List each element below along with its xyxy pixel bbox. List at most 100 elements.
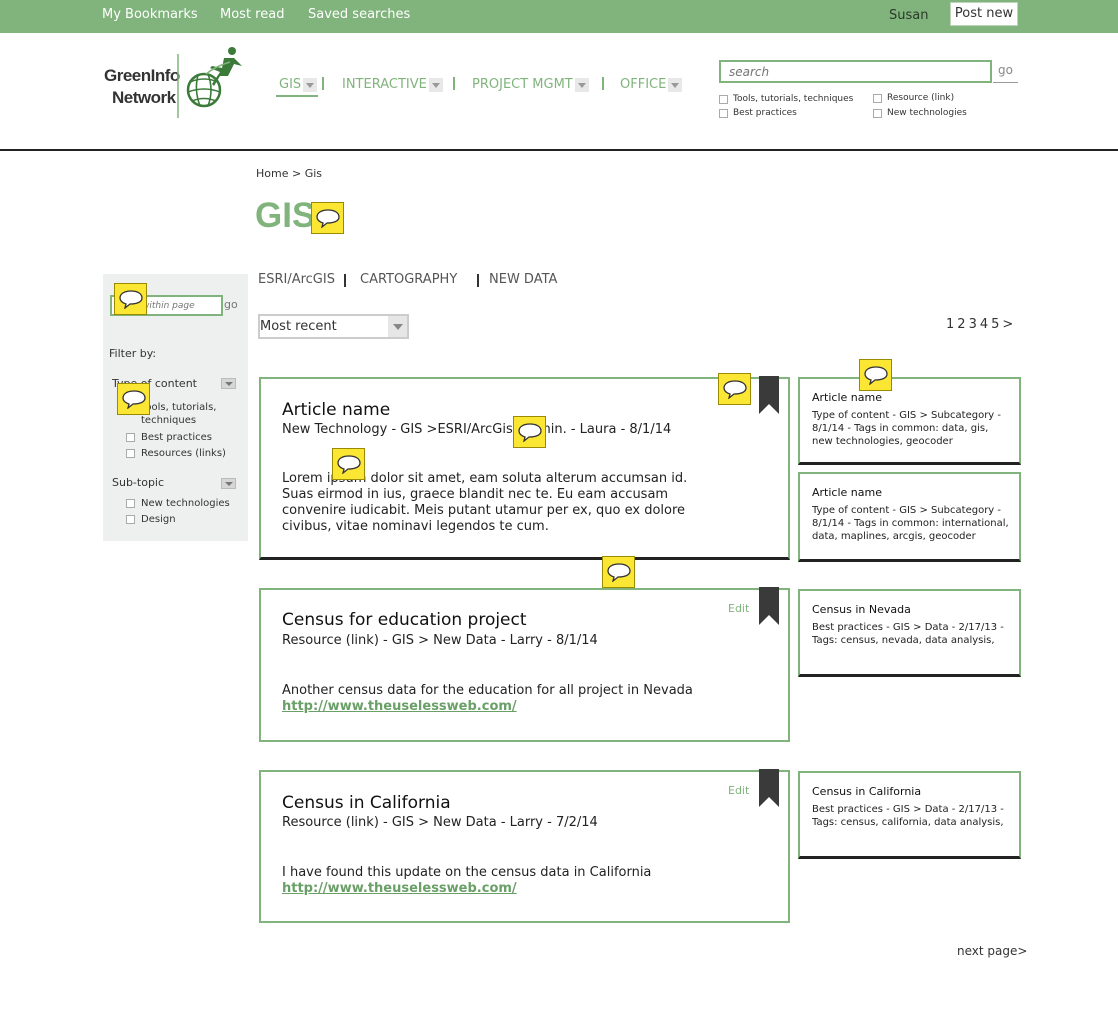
- article-body: Lorem ipsum dolor sit amet, eam soluta a…: [282, 471, 688, 534]
- search-filter-new-technologies[interactable]: New technologies: [873, 108, 967, 118]
- article-meta: Resource (link) - GIS > New Data - Larry…: [282, 815, 598, 830]
- nav-gis[interactable]: GIS: [279, 76, 318, 94]
- breadcrumb-home[interactable]: Home: [256, 167, 288, 180]
- page-3-link[interactable]: 3: [969, 317, 977, 332]
- chevron-down-icon[interactable]: [221, 378, 236, 389]
- page-1-link[interactable]: 1: [946, 317, 954, 332]
- subtab-new-data[interactable]: NEW DATA: [489, 272, 557, 287]
- filter-option-label: Resources (links): [141, 448, 226, 459]
- search-go-button[interactable]: go: [993, 60, 1018, 83]
- my-bookmarks-link[interactable]: My Bookmarks: [102, 7, 198, 22]
- search-filter-label: Best practices: [733, 108, 797, 118]
- breadcrumb-separator: >: [291, 167, 302, 180]
- related-article-meta: Best practices - GIS > Data - 2/17/13 - …: [812, 622, 1004, 646]
- page-next-link[interactable]: >: [1002, 317, 1013, 332]
- nav-separator: [602, 77, 604, 90]
- nav-office[interactable]: OFFICE: [620, 76, 683, 94]
- header-divider: [0, 149, 1118, 151]
- article-title[interactable]: Article name: [282, 400, 390, 420]
- checkbox[interactable]: [873, 108, 882, 118]
- filter-option-label: Tools, tutorials, techniques: [141, 402, 217, 426]
- checkbox[interactable]: [126, 499, 135, 508]
- search-filter-best-practices[interactable]: Best practices: [719, 108, 797, 118]
- page-5-link[interactable]: 5: [991, 317, 999, 332]
- article-body: Another census data for the education fo…: [282, 683, 693, 698]
- bookmark-icon[interactable]: [759, 769, 779, 807]
- checkbox[interactable]: [126, 433, 135, 442]
- nav-gis-label: GIS: [279, 77, 302, 92]
- nav-separator: [322, 77, 324, 90]
- subtab-cartography[interactable]: CARTOGRAPHY: [360, 272, 457, 287]
- post-new-button[interactable]: Post new: [950, 2, 1018, 26]
- chevron-down-icon: [668, 77, 683, 92]
- comment-icon[interactable]: [332, 448, 365, 480]
- bookmark-icon[interactable]: [759, 376, 779, 414]
- checkbox[interactable]: [126, 449, 135, 458]
- search-filter-resource[interactable]: Resource (link): [873, 93, 954, 103]
- checkbox[interactable]: [719, 108, 728, 118]
- related-article-title[interactable]: Census in Nevada: [812, 603, 911, 616]
- page-title: GIS: [255, 196, 316, 235]
- subtab-esri-arcgis[interactable]: ESRI/ArcGIS: [258, 272, 335, 287]
- sort-select[interactable]: Most recent: [258, 314, 409, 339]
- most-read-link[interactable]: Most read: [220, 7, 284, 22]
- comment-icon[interactable]: [513, 416, 546, 448]
- bookmark-icon[interactable]: [759, 587, 779, 625]
- saved-searches-link[interactable]: Saved searches: [308, 7, 410, 22]
- search-filter-tools[interactable]: Tools, tutorials, techniques: [719, 94, 853, 104]
- filter-option-label: New technologies: [141, 498, 230, 509]
- related-article-meta: Best practices - GIS > Data - 2/17/13 - …: [812, 804, 1004, 828]
- comment-icon[interactable]: [859, 359, 892, 391]
- related-article-title[interactable]: Article name: [812, 391, 882, 404]
- search-input[interactable]: [719, 60, 992, 83]
- sort-selected-value: Most recent: [260, 319, 337, 334]
- search-filter-label: Resource (link): [887, 93, 955, 103]
- pagination: 1 2 3 4 5 >: [946, 317, 1016, 332]
- next-page-link[interactable]: next page>: [957, 944, 1027, 958]
- logo[interactable]: GreenInfo Network: [104, 46, 249, 120]
- comment-icon[interactable]: [114, 283, 147, 315]
- comment-icon[interactable]: [602, 556, 635, 588]
- article-url-link[interactable]: http://www.theuselessweb.com/: [282, 699, 517, 714]
- related-article-card: Article name Type of content - GIS > Sub…: [798, 377, 1021, 465]
- comment-icon[interactable]: [718, 373, 751, 405]
- page-2-link[interactable]: 2: [957, 317, 965, 332]
- logo-globe-icon: [177, 47, 242, 118]
- article-body: I have found this update on the census d…: [282, 865, 652, 880]
- subtab-separator: [477, 274, 479, 287]
- logo-text-line1: GreenInfo: [104, 66, 180, 85]
- article-title[interactable]: Census in California: [282, 793, 451, 813]
- checkbox[interactable]: [719, 94, 728, 104]
- user-name[interactable]: Susan: [889, 8, 928, 23]
- page-search-go-button[interactable]: go: [224, 298, 238, 311]
- related-article-title[interactable]: Census in California: [812, 785, 921, 798]
- nav-project-mgmt[interactable]: PROJECT MGMT: [472, 76, 589, 94]
- related-article-meta: Type of content - GIS > Subcategory - 8/…: [812, 410, 1002, 447]
- chevron-down-icon: [428, 77, 443, 92]
- chevron-down-icon: [303, 77, 318, 92]
- filter-by-label: Filter by:: [109, 347, 157, 360]
- checkbox[interactable]: [126, 515, 135, 524]
- comment-icon[interactable]: [311, 202, 344, 234]
- chevron-down-icon: [574, 77, 589, 92]
- filter-new-technologies[interactable]: New technologies: [126, 497, 230, 510]
- breadcrumb-current[interactable]: Gis: [305, 167, 322, 180]
- breadcrumb: Home > Gis: [256, 167, 322, 180]
- article-title[interactable]: Census for education project: [282, 610, 527, 630]
- nav-interactive[interactable]: INTERACTIVE: [342, 76, 443, 94]
- edit-link[interactable]: Edit: [728, 784, 749, 797]
- filter-resources[interactable]: Resources (links): [126, 447, 226, 460]
- filter-design[interactable]: Design: [126, 513, 176, 526]
- sub-topic-heading: Sub-topic: [112, 476, 165, 489]
- checkbox[interactable]: [873, 93, 882, 103]
- article-card: Census for education project Resource (l…: [259, 588, 790, 742]
- comment-icon[interactable]: [117, 383, 150, 415]
- top-bar: My Bookmarks Most read Saved searches Su…: [0, 0, 1118, 33]
- related-article-title[interactable]: Article name: [812, 486, 882, 499]
- page-4-link[interactable]: 4: [980, 317, 988, 332]
- edit-link[interactable]: Edit: [728, 602, 749, 615]
- related-article-card: Article name Type of content - GIS > Sub…: [798, 472, 1021, 562]
- filter-best-practices[interactable]: Best practices: [126, 431, 212, 444]
- chevron-down-icon[interactable]: [221, 478, 236, 489]
- article-url-link[interactable]: http://www.theuselessweb.com/: [282, 881, 517, 896]
